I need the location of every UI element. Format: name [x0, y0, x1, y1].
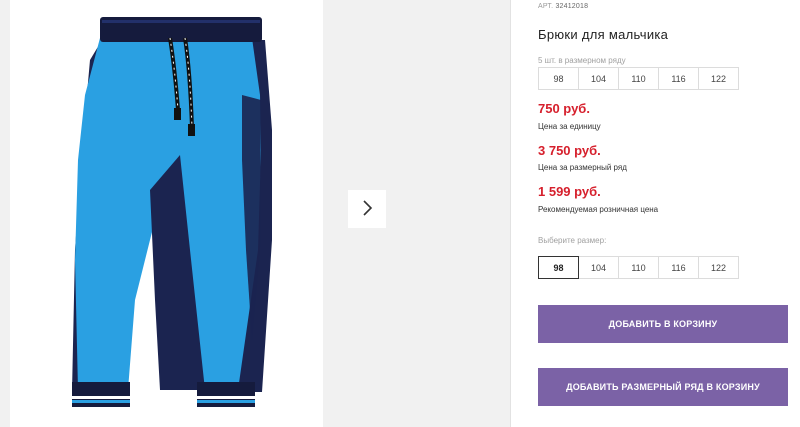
pack-label: 5 шт. в размерном ряду	[538, 56, 626, 65]
pack-size: 98	[538, 67, 579, 90]
size-picker: 98 104 110 116 122	[538, 256, 739, 279]
pack-size: 116	[658, 67, 699, 90]
product-page: АРТ. 32412018 Брюки для мальчика 5 шт. в…	[0, 0, 800, 427]
article-number: 32412018	[555, 3, 589, 10]
unit-price-caption: Цена за единицу	[538, 122, 601, 131]
add-to-cart-button[interactable]: ДОБАВИТЬ В КОРЗИНУ	[538, 305, 788, 343]
article-label: АРТ.	[538, 3, 554, 10]
size-option[interactable]: 104	[578, 256, 619, 279]
add-pack-to-cart-button[interactable]: ДОБАВИТЬ РАЗМЕРНЫЙ РЯД В КОРЗИНУ	[538, 368, 788, 406]
pack-size: 110	[618, 67, 659, 90]
pack-price: 3 750 руб.	[538, 143, 601, 158]
pack-size: 122	[698, 67, 739, 90]
article-line: АРТ. 32412018	[538, 3, 588, 10]
product-photo[interactable]	[10, 0, 323, 427]
size-option[interactable]: 110	[618, 256, 659, 279]
chevron-right-icon	[361, 199, 373, 220]
pack-price-caption: Цена за размерный ряд	[538, 163, 627, 172]
retail-price: 1 599 руб.	[538, 184, 601, 199]
size-picker-label: Выберите размер:	[538, 236, 607, 245]
pack-size: 104	[578, 67, 619, 90]
size-option[interactable]: 116	[658, 256, 699, 279]
gallery-next-button[interactable]	[348, 190, 386, 228]
column-divider	[510, 0, 511, 427]
size-option-selected[interactable]: 98	[538, 256, 579, 279]
pack-sizes: 98 104 110 116 122	[538, 67, 739, 90]
product-gallery	[0, 0, 510, 427]
product-title: Брюки для мальчика	[538, 27, 669, 42]
gallery-edge-left	[0, 0, 10, 427]
pants-image	[72, 17, 272, 407]
retail-price-caption: Рекомендуемая розничная цена	[538, 205, 659, 214]
unit-price: 750 руб.	[538, 101, 590, 116]
size-option[interactable]: 122	[698, 256, 739, 279]
